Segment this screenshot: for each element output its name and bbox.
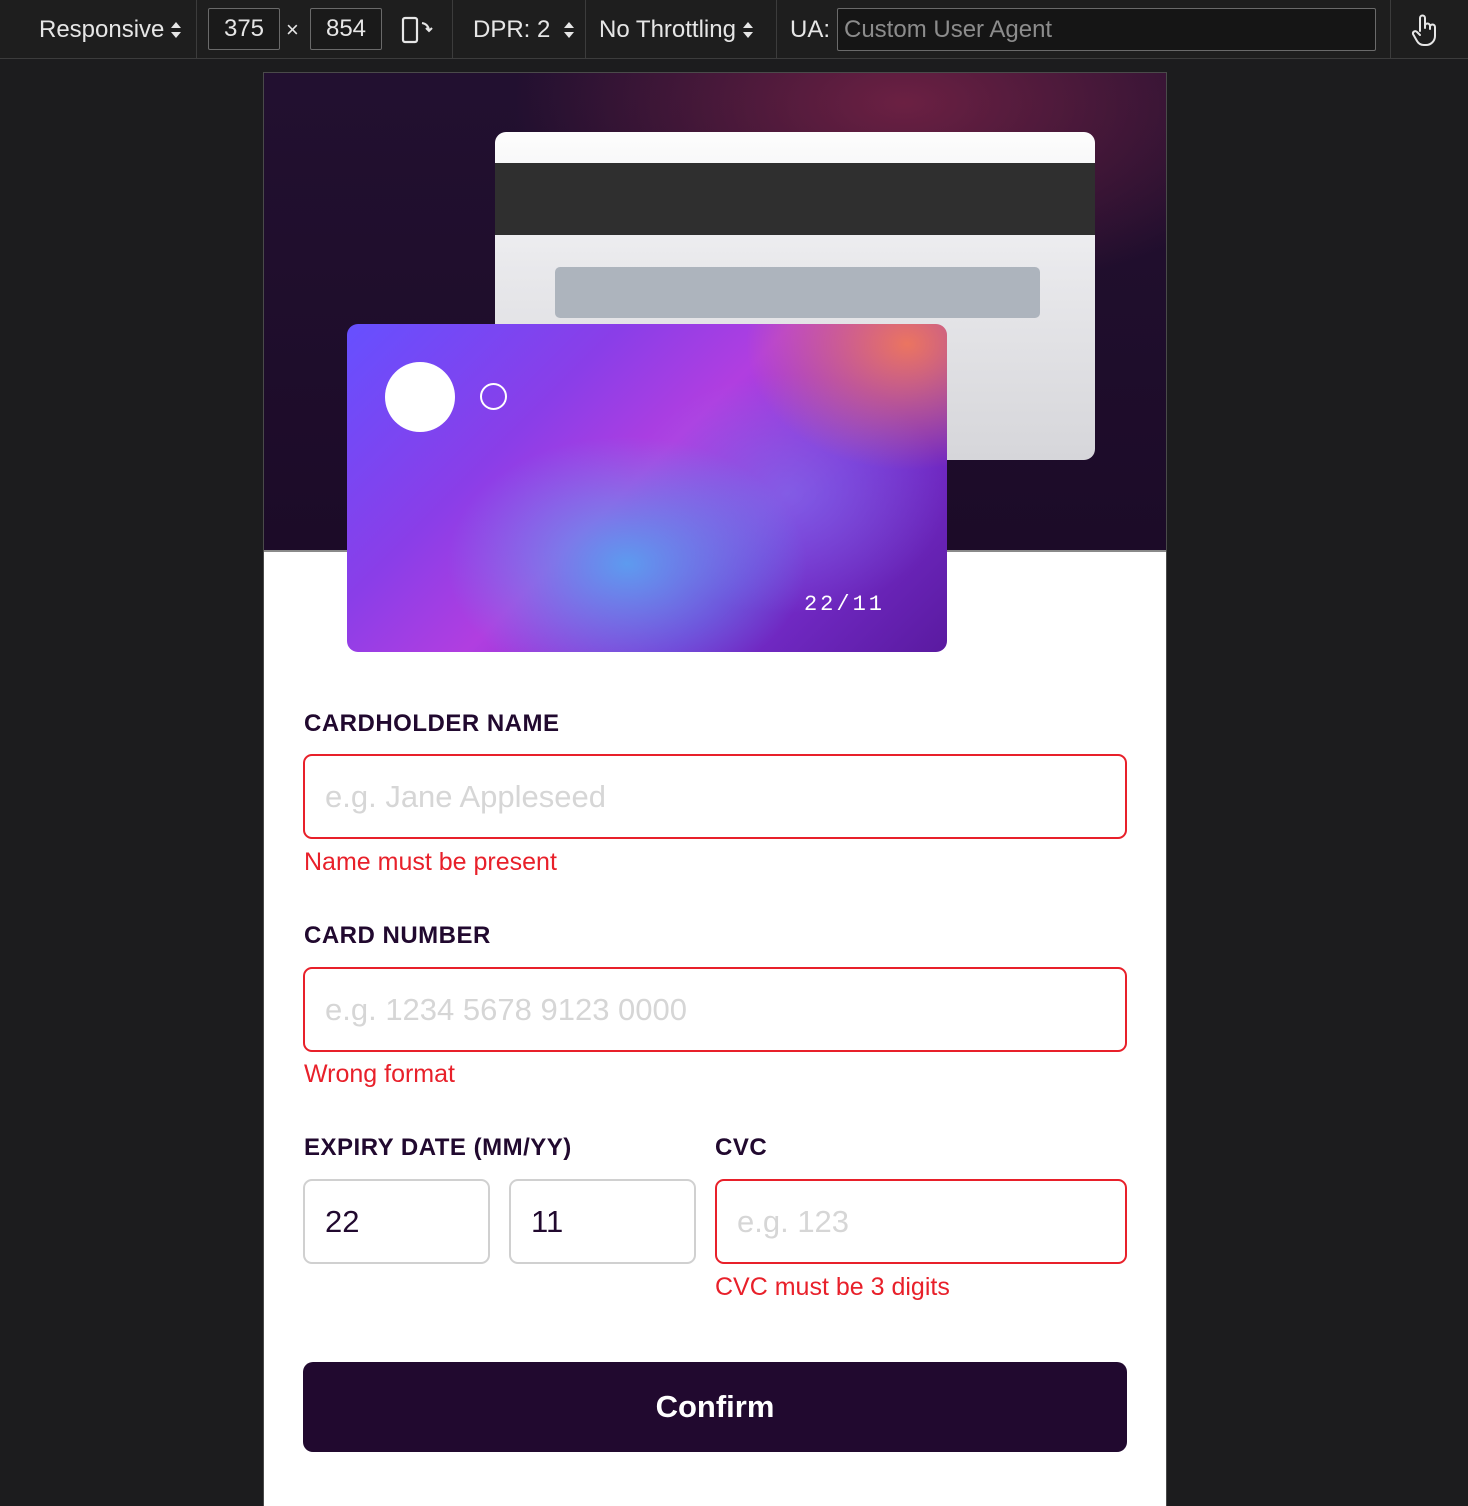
card-logo-filled-circle [385,362,455,432]
touch-icon [1411,14,1436,46]
card-number-label: CARD NUMBER [304,922,491,949]
width-input[interactable]: 375 [208,8,280,50]
expiry-date-label: EXPIRY DATE (MM/YY) [304,1134,572,1161]
expiry-year-input[interactable]: 11 [509,1179,696,1264]
confirm-button[interactable]: Confirm [303,1362,1127,1452]
cardholder-name-label: CARDHOLDER NAME [304,710,560,737]
responsive-toolbar: Responsive 375 × 854 DPR: 2 No Throttlin… [0,0,1468,59]
card-number-input[interactable]: e.g. 1234 5678 9123 0000 [303,967,1127,1052]
select-arrows-icon [564,21,575,39]
user-agent-input[interactable]: Custom User Agent [837,8,1376,51]
cvc-placeholder: e.g. 123 [737,1203,850,1239]
card-number-error: Wrong format [304,1060,455,1088]
expiry-month-input[interactable]: 22 [303,1179,490,1264]
height-input[interactable]: 854 [310,8,382,50]
throttling-select-label: No Throttling [599,15,736,43]
ua-label: UA: [790,15,831,43]
cardholder-name-input[interactable]: e.g. Jane Appleseed [303,754,1127,839]
rotate-device-button[interactable] [400,0,434,59]
signature-panel [555,267,1040,318]
responsive-viewport: 22/11 CARDHOLDER NAME e.g. Jane Applesee… [263,72,1167,1506]
dimension-separator: × [286,16,299,42]
cvc-error: CVC must be 3 digits [715,1273,950,1301]
toolbar-divider [452,0,453,59]
select-arrows-icon [742,21,753,39]
touch-simulation-button[interactable] [1409,0,1441,59]
dpr-select-label: DPR: 2 [473,15,551,43]
device-select-label: Responsive [39,15,165,43]
card-expiry-display: 22/11 [803,592,885,617]
toolbar-divider [776,0,777,59]
card-front: 22/11 [347,324,947,652]
toolbar-divider [196,0,197,59]
cvc-input[interactable]: e.g. 123 [715,1179,1127,1264]
throttling-select[interactable]: No Throttling [599,0,753,59]
rotate-device-icon [401,16,433,43]
cardholder-name-placeholder: e.g. Jane Appleseed [325,778,606,814]
cvc-label: CVC [715,1134,768,1161]
card-number-placeholder: e.g. 1234 5678 9123 0000 [325,991,688,1027]
magnetic-stripe [495,163,1095,235]
dpr-select[interactable]: DPR: 2 [473,0,575,59]
card-logo-outline-circle [480,383,507,410]
select-arrows-icon [171,21,182,39]
device-select[interactable]: Responsive [39,0,182,59]
cardholder-name-error: Name must be present [304,848,557,876]
toolbar-divider [585,0,586,59]
toolbar-divider [1390,0,1391,59]
